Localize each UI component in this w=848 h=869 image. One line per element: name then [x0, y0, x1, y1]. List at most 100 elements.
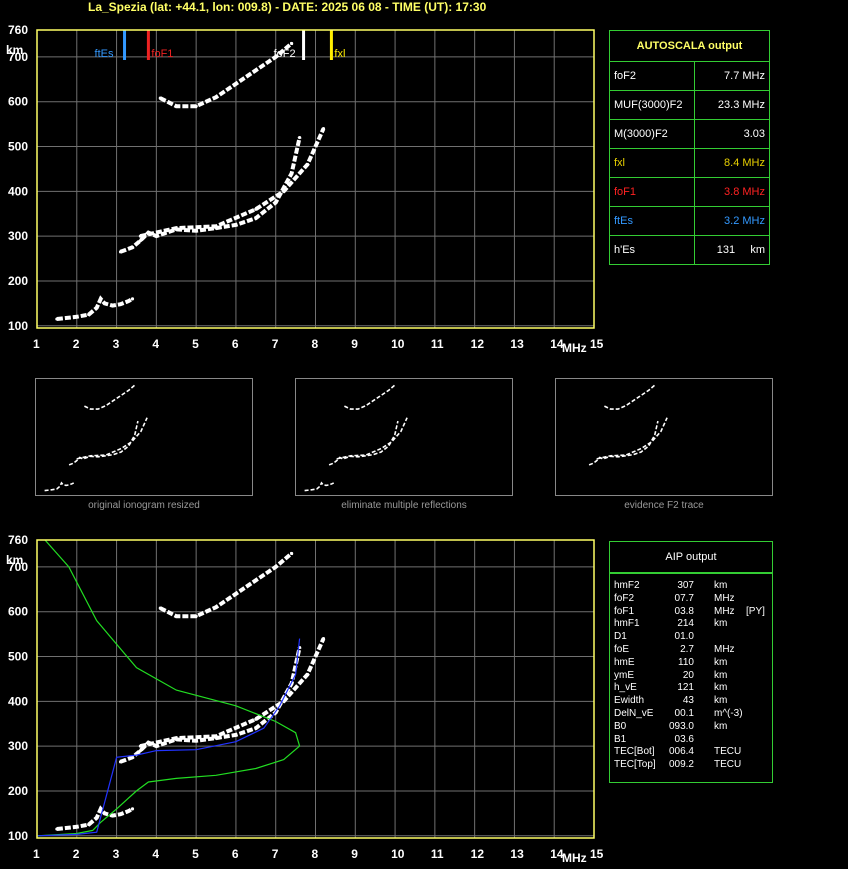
autoscala-value: 7.7 MHz: [694, 61, 770, 91]
aip-name: hmE: [614, 656, 635, 668]
echo-point: [103, 811, 107, 815]
echo-point: [214, 734, 218, 738]
x-tick-label: 10: [391, 337, 405, 351]
echo-point: [254, 68, 258, 72]
top-ionogram: ftEs foF1 foF2 fxl 1 2 3 4 5 6 7 8 9 10 11 12 13 14 15760…: [6, 23, 604, 355]
aip-value: 093.0: [668, 720, 694, 732]
echo-point: [118, 302, 123, 306]
autoscala-row: h'Es 131 km: [609, 235, 770, 265]
echo-point: [254, 578, 258, 582]
x-tick-label: 12: [471, 847, 485, 861]
echo-point: [110, 813, 115, 818]
echo-point: [110, 303, 115, 308]
x-tick-label: 8: [312, 337, 319, 351]
aip-value: 006.4: [668, 746, 694, 758]
thumbnail-ionogram: [35, 378, 253, 496]
aip-value: 121: [677, 682, 694, 694]
y-tick-label: 500: [8, 650, 28, 664]
echo-point: [130, 297, 135, 301]
top-grid: [37, 30, 594, 328]
y-tick-label: 300: [8, 739, 28, 753]
aip-name: TEC[Bot]: [614, 746, 655, 758]
autoscala-label: h'Es: [609, 235, 695, 265]
marker-label-foF2: foF2: [274, 48, 296, 60]
autoscala-value: 3.8 MHz: [694, 177, 770, 207]
aip-value: 009.2: [668, 759, 694, 771]
aip-value: 00.1: [674, 708, 694, 719]
echo-point: [87, 312, 91, 317]
y-tick-label: 100: [8, 319, 28, 333]
autoscala-row: MUF(3000)F2 23.3 MHz: [609, 90, 770, 120]
autoscala-value: 3.03: [694, 119, 770, 149]
y-tick-label: 600: [8, 605, 28, 619]
x-tick-label: 5: [192, 337, 199, 351]
echo-point: [138, 234, 143, 238]
echo-point: [87, 822, 91, 827]
header-title: La_Spezia (lat: +44.1, lon: 009.8) - DAT…: [88, 0, 487, 14]
x-axis-label: MHz: [562, 341, 587, 355]
thumbnail-frame: [35, 378, 253, 496]
aip-flag: [PY]: [746, 605, 765, 617]
echo-point: [305, 672, 310, 677]
aip-name: D1: [614, 631, 627, 643]
aip-value: 110: [678, 656, 694, 668]
thumbnail-frame: [295, 378, 513, 496]
echo-point: [305, 162, 310, 167]
aip-name: hmF2: [614, 580, 640, 591]
top-echo-traces: [55, 41, 326, 321]
x-tick-label: 8: [312, 847, 319, 861]
echo-point: [154, 744, 158, 748]
x-tick-label: 3: [113, 847, 120, 861]
aip-value: 307: [677, 580, 694, 591]
echo-point: [103, 301, 107, 305]
y-tick-label: 760: [8, 533, 28, 547]
bottom-echo-traces: [55, 551, 326, 831]
aip-name: TEC[Top]: [614, 759, 656, 771]
echo-trace: [159, 41, 293, 109]
echo-point: [214, 95, 218, 99]
marker-label-fxl: fxl: [334, 48, 345, 60]
aip-unit: km: [714, 618, 728, 630]
autoscala-label: ftEs: [609, 206, 695, 236]
autoscala-label: foF2: [609, 61, 695, 91]
aip-name: foF1: [614, 605, 635, 617]
aip-panel: hmF2 307 km foF2 07.7 MHz foF1 03.8 MHz [PY] hmF1 2…: [609, 573, 773, 783]
echo-point: [290, 171, 294, 175]
thumbnail-frame: [555, 378, 773, 496]
echo-point: [254, 717, 258, 721]
y-tick-label: 200: [8, 784, 28, 798]
aip-value: 214: [677, 618, 694, 630]
x-tick-label: 7: [272, 847, 279, 861]
echo-point: [174, 614, 178, 618]
echo-trace: [119, 137, 302, 254]
echo-point: [194, 739, 198, 743]
autoscala-value: 3.2 MHz: [694, 206, 770, 236]
autoscala-row: foF1 3.8 MHz: [609, 177, 770, 207]
autoscala-row: ftEs 3.2 MHz: [609, 206, 770, 236]
aip-value: 2.7: [680, 644, 694, 655]
x-tick-label: 2: [73, 847, 80, 861]
aip-title-box: AIP output: [609, 541, 773, 573]
y-axis-label: km: [6, 43, 23, 57]
echo-point: [75, 315, 79, 319]
echo-point: [194, 229, 198, 233]
x-tick-label: 6: [232, 847, 239, 861]
marker-label-ftEs: ftEs: [95, 48, 114, 60]
echo-point: [75, 825, 79, 829]
echo-trace: [56, 805, 134, 831]
echo-point: [118, 760, 123, 764]
y-tick-label: 300: [8, 229, 28, 243]
marker-label-foF1: foF1: [151, 48, 173, 60]
x-tick-label: 13: [510, 847, 524, 861]
aip-value: 03.8: [674, 605, 694, 617]
autoscala-panel: AUTOSCALA output foF2 7.7 MHz MUF(3000)F2 2…: [609, 30, 770, 265]
echo-point: [174, 736, 178, 740]
echo-point: [126, 809, 131, 813]
aip-value: 07.7: [674, 592, 694, 604]
echo-trace: [56, 295, 134, 321]
aip-value: 01.0: [674, 631, 694, 643]
aip-unit: MHz: [714, 605, 735, 617]
x-tick-label: 5: [192, 847, 199, 861]
y-tick-label: 760: [8, 23, 28, 37]
x-tick-label: 10: [391, 847, 405, 861]
